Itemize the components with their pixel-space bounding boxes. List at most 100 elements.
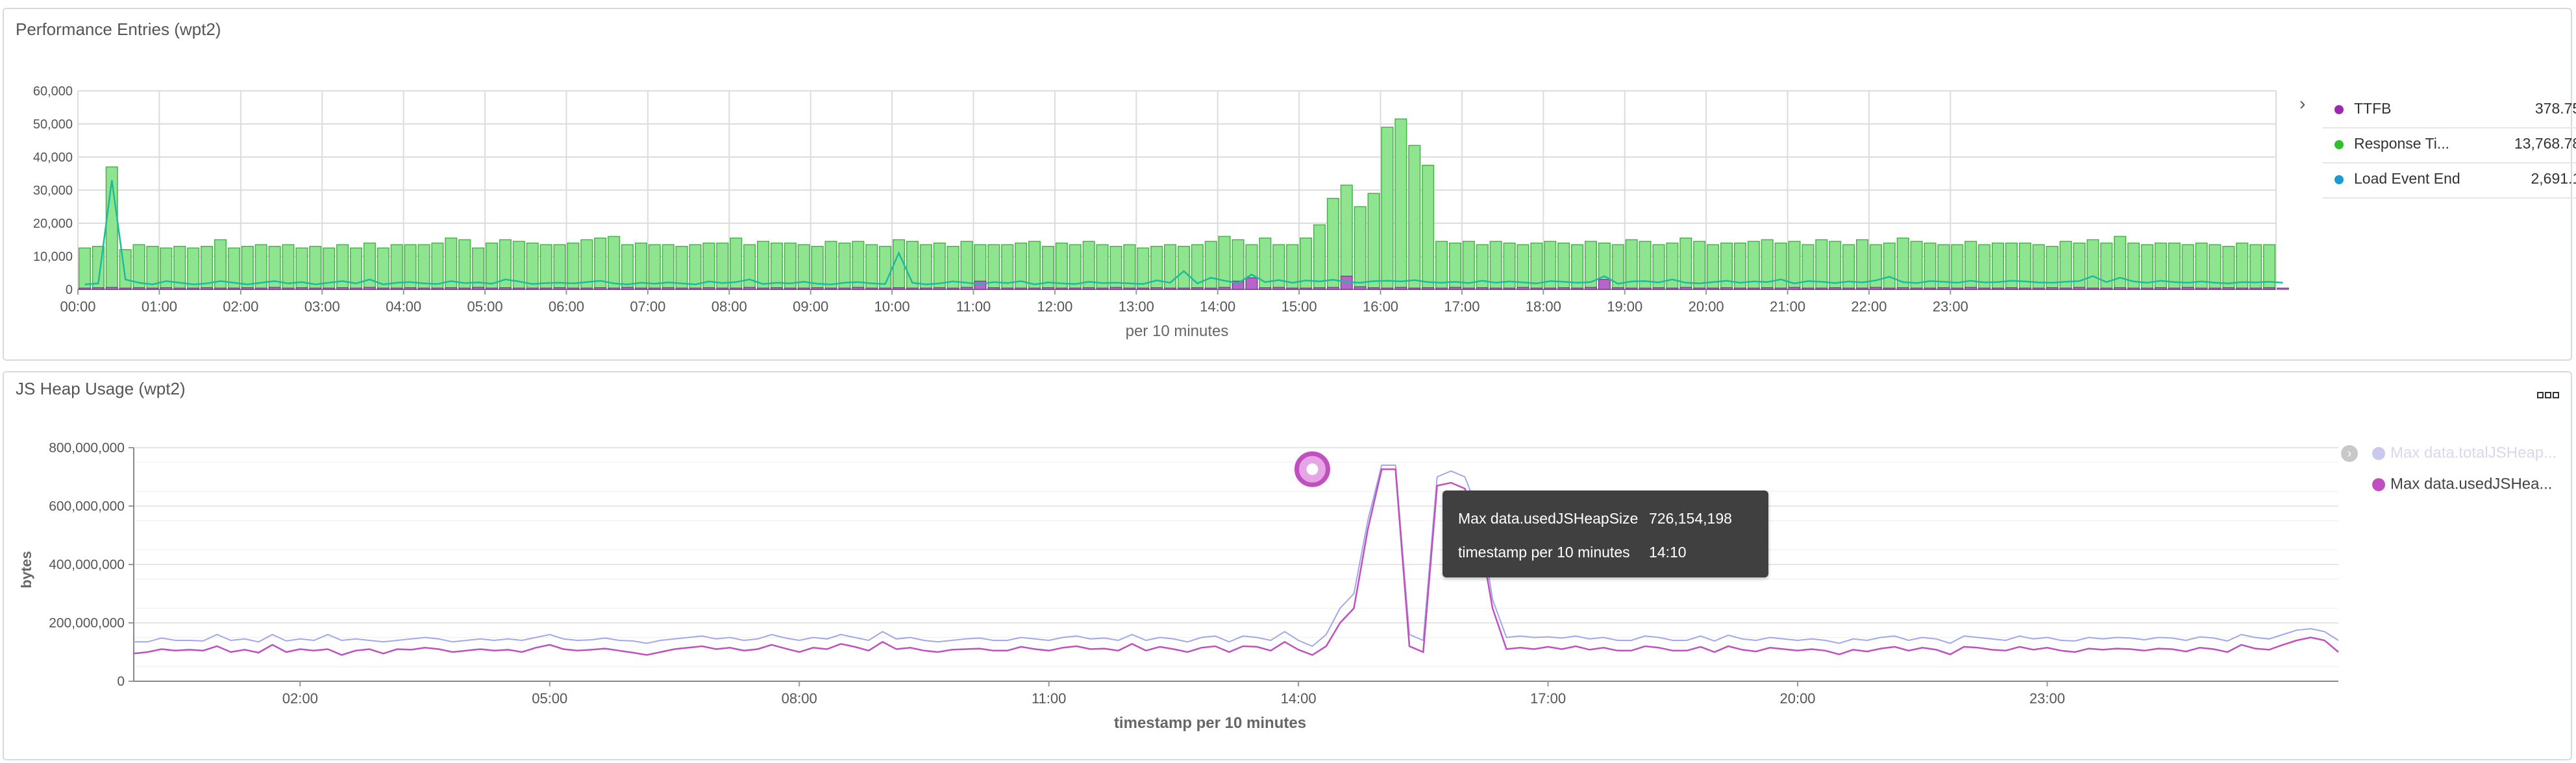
bar-response-time[interactable] [526, 242, 539, 290]
bar-ttfb[interactable] [2073, 287, 2086, 290]
bar-ttfb[interactable] [2249, 287, 2262, 290]
bar-ttfb[interactable] [1300, 287, 1312, 290]
bar-response-time[interactable] [1326, 198, 1339, 290]
bar-ttfb[interactable] [1056, 287, 1068, 290]
bar-response-time[interactable] [1408, 145, 1421, 290]
bar-ttfb[interactable] [784, 287, 797, 290]
bar-response-time[interactable] [78, 247, 91, 290]
bar-response-time[interactable] [2073, 242, 2086, 290]
bar-ttfb[interactable] [1829, 287, 1841, 290]
bar-ttfb[interactable] [1422, 287, 1434, 290]
bar-ttfb[interactable] [1992, 287, 2004, 290]
bar-response-time[interactable] [1028, 241, 1041, 290]
bar-ttfb[interactable] [173, 287, 186, 290]
bar-ttfb[interactable] [1639, 287, 1652, 290]
bar-ttfb[interactable] [119, 287, 132, 290]
bar-ttfb[interactable] [635, 287, 647, 290]
bar-ttfb[interactable] [594, 287, 606, 290]
bar-ttfb[interactable] [268, 287, 281, 290]
bar-response-time[interactable] [1204, 241, 1217, 290]
bar-ttfb[interactable] [1313, 287, 1326, 290]
bar-ttfb[interactable] [1652, 287, 1665, 290]
bar-ttfb[interactable] [377, 287, 390, 290]
bar-ttfb[interactable] [105, 287, 118, 290]
bar-response-time[interactable] [1883, 242, 1896, 290]
bar-ttfb[interactable] [1449, 287, 1461, 290]
bar-ttfb[interactable] [1517, 287, 1530, 290]
bar-ttfb[interactable] [1598, 279, 1611, 290]
bar-ttfb[interactable] [1082, 287, 1095, 290]
bar-ttfb[interactable] [608, 287, 620, 290]
bar-ttfb[interactable] [350, 287, 362, 290]
bar-ttfb[interactable] [1137, 287, 1150, 290]
bar-ttfb[interactable] [2209, 287, 2222, 290]
bar-ttfb[interactable] [1354, 286, 1367, 290]
bar-response-time[interactable] [160, 247, 173, 290]
bar-response-time[interactable] [689, 244, 702, 290]
bar-ttfb[interactable] [1978, 287, 1990, 290]
bar-ttfb[interactable] [1802, 287, 1814, 290]
bar-response-time[interactable] [1150, 245, 1163, 290]
bar-ttfb[interactable] [364, 287, 376, 290]
bar-ttfb[interactable] [1408, 287, 1421, 290]
bar-ttfb[interactable] [2114, 287, 2126, 290]
options-button[interactable] [2537, 391, 2559, 398]
bar-response-time[interactable] [824, 241, 837, 290]
bar-response-time[interactable] [1869, 244, 1882, 290]
bar-ttfb[interactable] [1381, 287, 1394, 290]
bar-ttfb[interactable] [1842, 287, 1855, 290]
bar-ttfb[interactable] [947, 287, 960, 290]
bar-ttfb[interactable] [1042, 287, 1054, 290]
bar-response-time[interactable] [2114, 236, 2127, 290]
bar-ttfb[interactable] [838, 287, 851, 290]
bar-ttfb[interactable] [390, 287, 403, 290]
bar-ttfb[interactable] [702, 287, 715, 290]
bar-response-time[interactable] [1354, 206, 1367, 290]
bar-ttfb[interactable] [282, 287, 295, 290]
bar-ttfb[interactable] [1666, 287, 1679, 290]
bar-ttfb[interactable] [689, 287, 702, 290]
bar-ttfb[interactable] [1001, 287, 1014, 290]
bar-ttfb[interactable] [1164, 287, 1176, 290]
bar-ttfb[interactable] [1204, 287, 1217, 290]
bar-response-time[interactable] [1177, 245, 1190, 290]
bar-ttfb[interactable] [1625, 287, 1638, 290]
bar-ttfb[interactable] [1571, 287, 1583, 290]
bar-ttfb[interactable] [1612, 287, 1624, 290]
bar-ttfb[interactable] [852, 287, 865, 290]
bar-ttfb[interactable] [1109, 287, 1122, 290]
bar-response-time[interactable] [499, 239, 512, 290]
bar-response-time[interactable] [1394, 118, 1407, 290]
bar-ttfb[interactable] [458, 287, 471, 290]
performance-entries-chart[interactable]: 60,000 50,000 40,000 30,000 20,000 10,000 000:… [4, 9, 2289, 346]
bar-ttfb[interactable] [499, 287, 512, 290]
bar-ttfb[interactable] [1896, 287, 1909, 290]
bar-ttfb[interactable] [2155, 287, 2167, 290]
bar-ttfb[interactable] [404, 287, 417, 290]
bar-response-time[interactable] [1964, 241, 1977, 290]
bar-response-time[interactable] [621, 244, 634, 290]
bar-ttfb[interactable] [2059, 287, 2072, 290]
bar-ttfb[interactable] [1870, 287, 1882, 290]
bar-ttfb[interactable] [1272, 287, 1285, 290]
legend-toggle-button[interactable]: › [2299, 93, 2305, 114]
bar-ttfb[interactable] [146, 287, 159, 290]
bar-ttfb[interactable] [1707, 287, 1719, 290]
bar-ttfb[interactable] [1910, 287, 1923, 290]
bar-ttfb[interactable] [1774, 287, 1787, 290]
bar-ttfb[interactable] [2087, 287, 2099, 290]
bar-ttfb[interactable] [92, 287, 105, 290]
bar-ttfb[interactable] [1245, 277, 1258, 290]
bar-ttfb[interactable] [486, 287, 498, 290]
bar-response-time[interactable] [268, 245, 281, 290]
bar-ttfb[interactable] [757, 287, 769, 290]
bar-ttfb[interactable] [1259, 287, 1272, 290]
bar-ttfb[interactable] [1557, 287, 1570, 290]
bar-response-time[interactable] [1272, 244, 1285, 290]
bar-response-time[interactable] [363, 242, 376, 290]
bar-ttfb[interactable] [2019, 287, 2031, 290]
bar-response-time[interactable] [2087, 239, 2099, 290]
bar-ttfb[interactable] [675, 287, 688, 290]
bar-ttfb[interactable] [1693, 287, 1705, 290]
bar-response-time[interactable] [1774, 242, 1787, 290]
